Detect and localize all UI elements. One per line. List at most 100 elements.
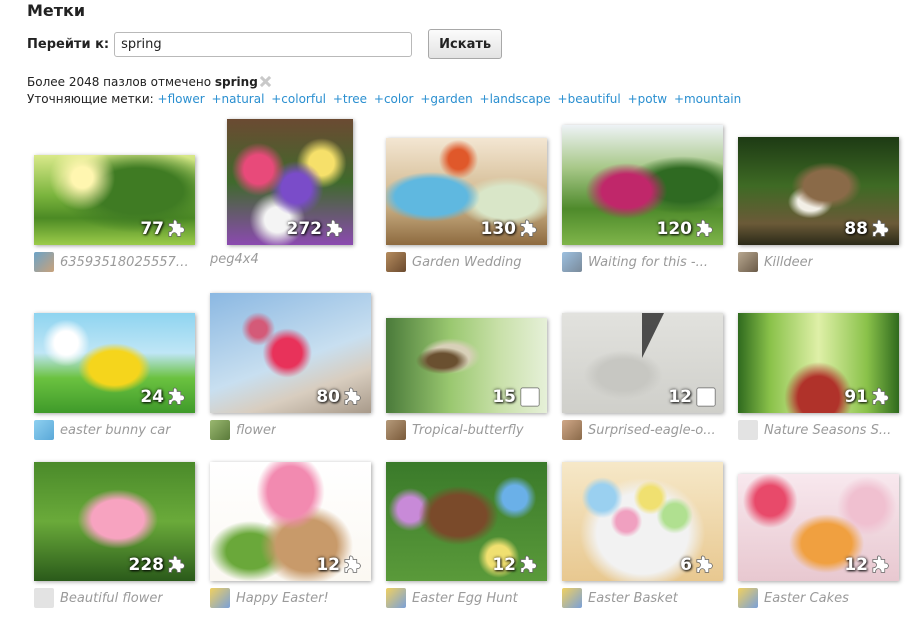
puzzle-title[interactable]: easter bunny car (60, 423, 171, 438)
puzzle-title[interactable]: Happy Easter! (236, 591, 329, 606)
puzzle-title[interactable]: Tropical-butterfly (412, 423, 524, 438)
avatar[interactable] (386, 588, 406, 608)
puzzle-thumbnail[interactable]: 12 (210, 462, 371, 581)
puzzle-thumbnail[interactable]: 88 (738, 137, 899, 245)
tag-count-line: Более 2048 пазлов отмечено spring (27, 74, 744, 91)
puzzle-thumbnail[interactable]: 91 (738, 313, 899, 413)
puzzle-title[interactable]: Garden Wedding (412, 255, 521, 270)
avatar[interactable] (738, 420, 758, 440)
avatar[interactable] (210, 420, 230, 440)
puzzle-thumbnail[interactable]: 130 (386, 138, 547, 245)
tag-info: Более 2048 пазлов отмечено spring Уточня… (27, 74, 744, 108)
avatar[interactable] (738, 588, 758, 608)
puzzle-caption: Happy Easter! (210, 588, 374, 608)
puzzle-title[interactable]: peg4x4 (210, 252, 259, 267)
puzzle-thumbnail[interactable]: 15 (386, 318, 547, 413)
puzzle-caption: Garden Wedding (386, 252, 550, 272)
puzzle-caption: peg4x4 (210, 252, 374, 267)
piece-count: 228 (128, 555, 165, 575)
avatar[interactable] (562, 588, 582, 608)
puzzle-title[interactable]: Surprised-eagle-o... (588, 423, 716, 438)
puzzle-title[interactable]: Beautiful flower (60, 591, 163, 606)
refine-tag-link[interactable]: +mountain (674, 92, 741, 106)
puzzle-thumbnail[interactable]: 24 (34, 313, 195, 413)
puzzle-piece-icon (520, 219, 537, 237)
puzzle-piece-icon (696, 219, 713, 237)
puzzle-title[interactable]: Nature Seasons S... (764, 423, 891, 438)
page-title: Метки (27, 1, 86, 20)
puzzle-piece-icon (696, 555, 713, 573)
puzzle-piece-icon (344, 555, 361, 573)
puzzle-caption: Easter Basket (562, 588, 726, 608)
puzzle-thumbnail[interactable]: 12 (562, 313, 723, 413)
puzzle-title[interactable]: flower (236, 423, 276, 438)
puzzle-title[interactable]: 635935180255574... (60, 255, 196, 270)
avatar[interactable] (562, 252, 582, 272)
piece-count: 15 (492, 387, 516, 407)
square-piece-icon (520, 387, 540, 407)
piece-count: 12 (316, 555, 340, 575)
avatar[interactable] (386, 420, 406, 440)
square-piece-icon (696, 387, 716, 407)
puzzle-caption: Surprised-eagle-o... (562, 420, 726, 440)
piece-count: 12 (844, 555, 868, 575)
refine-tag-link[interactable]: +beautiful (558, 92, 621, 106)
refine-tag-link[interactable]: +landscape (480, 92, 551, 106)
piece-count: 272 (286, 219, 323, 239)
avatar[interactable] (34, 588, 54, 608)
puzzle-thumbnail[interactable]: 77 (34, 155, 195, 245)
avatar[interactable] (738, 252, 758, 272)
puzzle-thumbnail[interactable]: 272 (227, 119, 353, 245)
puzzle-caption: Nature Seasons S... (738, 420, 902, 440)
piece-count: 120 (656, 219, 693, 239)
puzzle-piece-icon (168, 387, 185, 405)
remove-tag-icon[interactable] (259, 76, 270, 87)
refine-tag-link[interactable]: +color (374, 92, 414, 106)
puzzle-thumbnail[interactable]: 12 (386, 462, 547, 581)
puzzle-title[interactable]: Easter Basket (588, 591, 678, 606)
puzzle-thumbnail[interactable]: 80 (210, 293, 371, 413)
puzzle-title[interactable]: Easter Egg Hunt (412, 591, 518, 606)
tag-count-text: Более 2048 пазлов отмечено (27, 75, 215, 89)
puzzle-caption: easter bunny car (34, 420, 198, 440)
search-button[interactable]: Искать (428, 29, 503, 59)
refine-tag-link[interactable]: +tree (333, 92, 367, 106)
piece-count: 24 (140, 387, 164, 407)
puzzle-thumbnail[interactable]: 120 (562, 125, 723, 245)
avatar[interactable] (210, 588, 230, 608)
piece-count: 80 (316, 387, 340, 407)
avatar[interactable] (34, 252, 54, 272)
puzzle-title[interactable]: Killdeer (764, 255, 813, 270)
refine-tag-link[interactable]: +natural (211, 92, 264, 106)
puzzle-caption: Easter Egg Hunt (386, 588, 550, 608)
puzzle-title[interactable]: Waiting for this -... (588, 255, 708, 270)
puzzle-thumbnail[interactable]: 228 (34, 462, 195, 581)
avatar[interactable] (34, 420, 54, 440)
search-input[interactable] (114, 31, 413, 57)
current-tag: spring (214, 75, 258, 89)
puzzle-piece-icon (872, 555, 889, 573)
piece-count: 12 (668, 387, 692, 407)
puzzle-caption: Killdeer (738, 252, 902, 272)
puzzle-piece-icon (326, 219, 343, 237)
puzzle-caption: flower (210, 420, 374, 440)
puzzle-caption: 635935180255574... (34, 252, 198, 272)
piece-count: 12 (492, 555, 516, 575)
piece-count: 88 (844, 219, 868, 239)
refine-tag-link[interactable]: +garden (420, 92, 472, 106)
piece-count: 77 (140, 219, 164, 239)
avatar[interactable] (386, 252, 406, 272)
refine-tag-link[interactable]: +colorful (271, 92, 326, 106)
puzzle-piece-icon (520, 555, 537, 573)
puzzle-piece-icon (344, 387, 361, 405)
refine-tag-link[interactable]: +potw (628, 92, 668, 106)
piece-count: 6 (680, 555, 692, 575)
puzzle-thumbnail[interactable]: 12 (738, 474, 899, 581)
puzzle-thumbnail[interactable]: 6 (562, 462, 723, 581)
puzzle-title[interactable]: Easter Cakes (764, 591, 849, 606)
avatar[interactable] (562, 420, 582, 440)
refine-tag-link[interactable]: +flower (158, 92, 205, 106)
puzzle-caption: Beautiful flower (34, 588, 198, 608)
puzzle-piece-icon (872, 387, 889, 405)
piece-count: 130 (480, 219, 517, 239)
